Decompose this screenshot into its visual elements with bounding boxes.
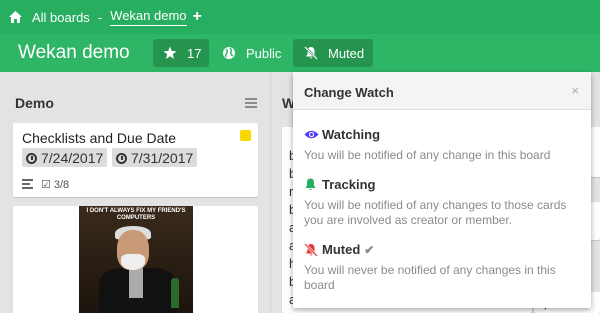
watch-option-tracking[interactable]: Tracking You will be notified of any cha… — [304, 177, 574, 228]
visibility-button[interactable]: Public — [220, 39, 290, 67]
current-board-tab[interactable]: Wekan demo — [110, 8, 187, 26]
watch-option-muted[interactable]: Muted ✔ You will never be notified of an… — [304, 242, 574, 293]
card-meme[interactable]: I DON'T ALWAYS FIX MY FRIEND'S COMPUTERS — [13, 206, 258, 313]
popup-header: Change Watch × — [293, 72, 591, 110]
option-description: You will be notified of any change in th… — [304, 148, 551, 162]
meme-image: I DON'T ALWAYS FIX MY FRIEND'S COMPUTERS — [79, 206, 193, 313]
star-icon — [163, 46, 177, 60]
close-icon[interactable]: × — [571, 83, 579, 98]
start-date-badge[interactable]: 7/24/2017 — [22, 148, 108, 167]
meme-caption: I DON'T ALWAYS FIX MY FRIEND'S COMPUTERS — [86, 208, 186, 221]
option-description: You will never be notified of any change… — [304, 263, 556, 292]
option-label: Watching — [322, 127, 381, 142]
due-date: 7/31/2017 — [131, 150, 194, 166]
card-checklists[interactable]: Checklists and Due Date 7/24/2017 7/31/2… — [13, 123, 258, 197]
bell-icon — [304, 178, 319, 191]
checkbox-icon: ☑ — [41, 179, 51, 191]
option-label: Tracking — [322, 177, 376, 192]
top-header: All boards - Wekan demo + — [0, 0, 600, 34]
eye-icon — [304, 128, 319, 141]
card-badges: ☑ 3/8 — [22, 178, 69, 191]
breadcrumb-separator: - — [97, 9, 103, 25]
popup-title: Change Watch — [304, 85, 394, 100]
clock-icon — [26, 152, 37, 164]
start-date: 7/24/2017 — [41, 150, 104, 166]
option-label: Muted — [322, 242, 361, 257]
bell-slash-icon — [304, 243, 319, 257]
visibility-label: Public — [246, 45, 282, 61]
star-count: 17 — [187, 45, 202, 61]
selected-check-icon: ✔ — [364, 242, 375, 257]
list-demo: Demo Checklists and Due Date 7/24/2017 7… — [0, 72, 270, 313]
due-date-badge[interactable]: 7/31/2017 — [112, 148, 198, 167]
checklist-count: 3/8 — [53, 178, 70, 191]
board-header: Wekan demo 17 Public Muted — [0, 34, 600, 72]
board-title[interactable]: Wekan demo — [18, 42, 130, 64]
watch-option-watching[interactable]: Watching You will be notified of any cha… — [304, 127, 574, 163]
list-title[interactable]: Demo — [15, 95, 54, 111]
card-label-yellow — [240, 130, 251, 141]
all-boards-link[interactable]: All boards — [32, 10, 90, 25]
list-menu-icon[interactable] — [245, 98, 257, 110]
description-icon — [22, 178, 33, 191]
star-button[interactable]: 17 — [153, 39, 209, 67]
globe-icon — [222, 46, 236, 60]
watch-label: Muted — [328, 45, 365, 61]
bell-slash-icon — [304, 46, 318, 60]
option-description: You will be notified of any changes to t… — [304, 198, 567, 227]
watch-button[interactable]: Muted — [293, 39, 373, 67]
clock-icon — [116, 152, 127, 164]
change-watch-popup: Change Watch × Watching You will be noti… — [293, 72, 591, 308]
card-title: Checklists and Due Date — [22, 130, 177, 146]
home-icon[interactable] — [9, 11, 22, 23]
add-board-icon[interactable]: + — [193, 9, 202, 25]
